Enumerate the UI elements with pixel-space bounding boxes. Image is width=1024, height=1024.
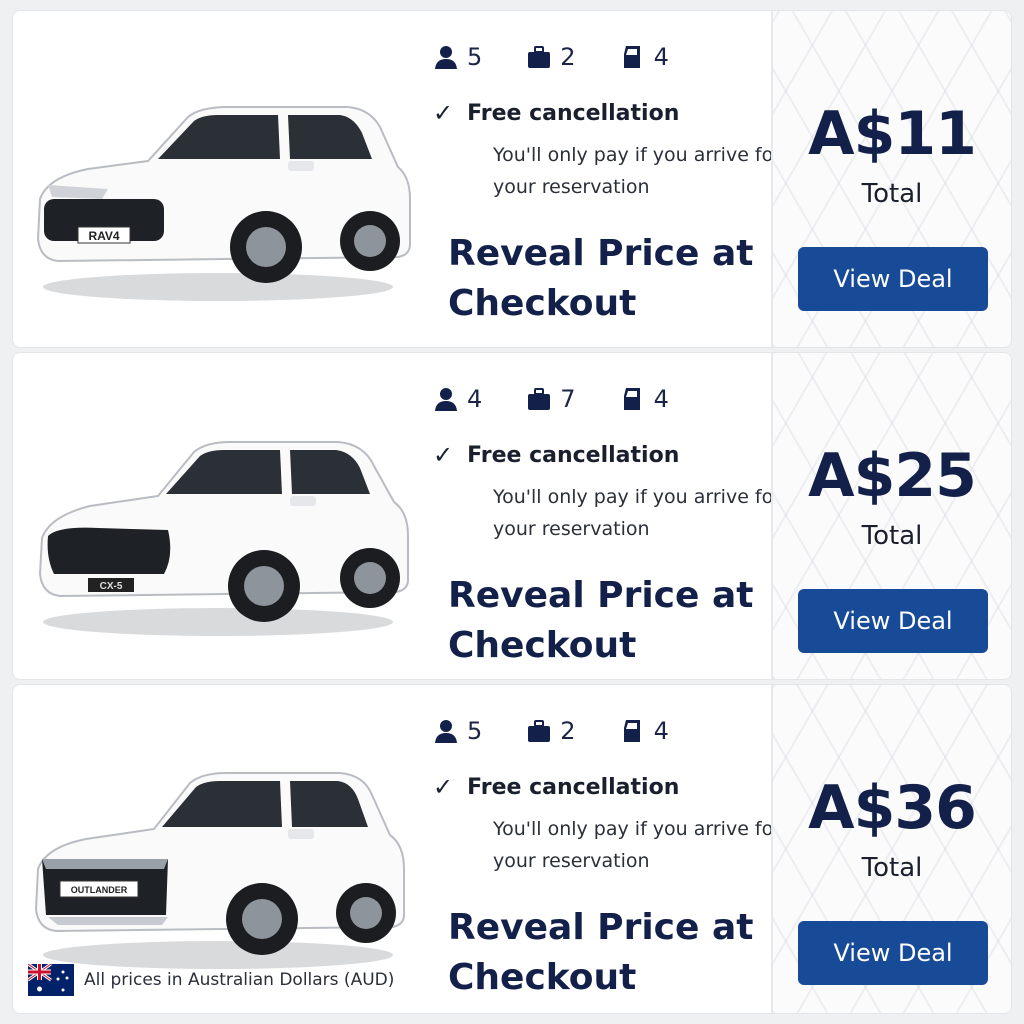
checkmark-icon: ✓ [433, 773, 454, 801]
svg-text:CX-5: CX-5 [100, 581, 123, 592]
price-label: Total [861, 853, 923, 883]
australia-flag-icon [28, 964, 74, 996]
car-info: 5 2 4 ✓ Free cancellation You'll only pa… [433, 685, 781, 1013]
car-result-card: CX-5 4 7 4 ✓ Free cancellation You'll on… [12, 352, 1012, 680]
bag-count: 2 [560, 717, 576, 745]
view-deal-button[interactable]: View Deal [798, 921, 988, 985]
free-cancellation: ✓ Free cancellation [433, 773, 679, 801]
checkmark-icon: ✓ [433, 99, 454, 127]
passenger-spec: 4 [433, 385, 482, 413]
bag-count: 7 [560, 385, 576, 413]
door-spec: 4 [620, 717, 669, 745]
price-amount: A$25 [808, 441, 977, 511]
price-label: Total [861, 521, 923, 551]
reveal-price-text: Reveal Price at Checkout [448, 907, 754, 998]
car-info: 4 7 4 ✓ Free cancellation You'll only pa… [433, 353, 781, 679]
car-specs: 5 2 4 [433, 43, 713, 71]
car-info: 5 2 4 ✓ Free cancellation You'll only pa… [433, 11, 781, 347]
person-icon [435, 46, 457, 69]
price-amount: A$11 [808, 99, 977, 169]
person-icon [435, 720, 457, 743]
reveal-price-text: Reveal Price at Checkout [448, 233, 754, 324]
suitcase-icon [528, 46, 551, 68]
bag-spec: 7 [526, 385, 576, 413]
view-deal-button[interactable]: View Deal [798, 247, 988, 311]
price-label: Total [861, 179, 923, 209]
svg-text:RAV4: RAV4 [88, 229, 119, 243]
passenger-count: 5 [467, 43, 483, 71]
free-cancellation: ✓ Free cancellation [433, 441, 679, 469]
svg-text:OUTLANDER: OUTLANDER [71, 885, 128, 895]
free-cancellation: ✓ Free cancellation [433, 99, 679, 127]
suitcase-icon [528, 388, 551, 410]
car-result-card: RAV4 5 2 4 ✓ Free cancellation You'll on… [12, 10, 1012, 348]
person-icon [435, 388, 457, 411]
cancel-title: Free cancellation [467, 442, 680, 468]
price-panel: A$36 Total View Deal [771, 685, 1011, 1013]
bag-count: 2 [560, 43, 576, 71]
price-panel: A$11 Total View Deal [771, 11, 1011, 347]
cancel-title: Free cancellation [467, 100, 680, 126]
suv-image-icon: OUTLANDER [34, 772, 405, 969]
view-deal-button[interactable]: View Deal [798, 589, 988, 653]
passenger-count: 4 [467, 385, 483, 413]
door-spec: 4 [620, 385, 669, 413]
car-door-icon [623, 388, 640, 410]
car-image[interactable]: CX-5 [13, 353, 423, 679]
car-door-icon [623, 720, 640, 742]
checkmark-icon: ✓ [433, 441, 454, 469]
car-door-icon [623, 46, 640, 68]
car-specs: 4 7 4 [433, 385, 713, 413]
door-count: 4 [653, 385, 669, 413]
reveal-price-text: Reveal Price at Checkout [448, 575, 754, 666]
passenger-count: 5 [467, 717, 483, 745]
suv-image-icon: CX-5 [38, 441, 409, 636]
door-count: 4 [653, 717, 669, 745]
car-image[interactable]: RAV4 [13, 11, 423, 347]
suv-image-icon: RAV4 [36, 106, 411, 301]
cancel-title: Free cancellation [467, 774, 680, 800]
suitcase-icon [528, 720, 551, 742]
cancel-description: You'll only pay if you arrive for your r… [493, 818, 782, 872]
cancel-description: You'll only pay if you arrive for your r… [493, 486, 782, 540]
door-count: 4 [653, 43, 669, 71]
cancel-description: You'll only pay if you arrive for your r… [493, 144, 782, 198]
bag-spec: 2 [526, 717, 576, 745]
bag-spec: 2 [526, 43, 576, 71]
door-spec: 4 [620, 43, 669, 71]
car-specs: 5 2 4 [433, 717, 713, 745]
currency-note: All prices in Australian Dollars (AUD) [28, 964, 394, 996]
currency-note-text: All prices in Australian Dollars (AUD) [84, 970, 395, 990]
price-amount: A$36 [808, 773, 977, 843]
price-panel: A$25 Total View Deal [771, 353, 1011, 679]
passenger-spec: 5 [433, 43, 482, 71]
passenger-spec: 5 [433, 717, 482, 745]
